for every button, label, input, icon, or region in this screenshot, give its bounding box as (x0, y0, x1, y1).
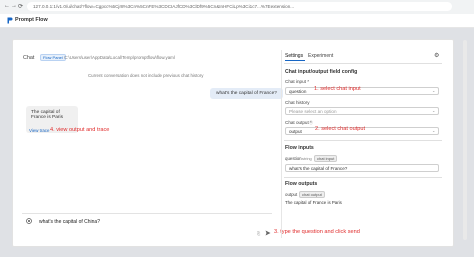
attach-icon[interactable]: ⎘ (257, 231, 260, 236)
section-divider (284, 177, 442, 178)
chat-history-placeholder: Please select an option (289, 109, 337, 114)
chat-input-badge: chat input (314, 155, 338, 162)
chat-output-badge: chat output (299, 191, 325, 198)
flow-inputs-title: Flow inputs (285, 145, 314, 151)
back-button[interactable]: ← (4, 3, 10, 9)
forward-button[interactable]: → (11, 3, 17, 9)
config-title: Chat input/output field config (285, 69, 358, 75)
chat-input-select[interactable]: question (285, 87, 439, 95)
flow-path: C:\Users\user\AppData\Local\Temp\promptf… (64, 55, 175, 60)
output-label: output (285, 192, 298, 197)
chat-input-icon[interactable] (26, 218, 32, 224)
pane-divider (281, 50, 282, 238)
question-input[interactable]: what's the capital of France? (285, 164, 439, 172)
history-notice: Current conversation does not include pr… (88, 73, 204, 78)
annotation-type-send: 3. type the question and click send (274, 229, 360, 235)
tab-experiment[interactable]: Experiment (308, 53, 333, 59)
chat-history-select[interactable]: Please select an option (285, 107, 439, 115)
chat-input-field-label: Chat input * (285, 79, 310, 84)
question-type: string (302, 156, 312, 161)
question-label: question (285, 156, 302, 161)
chat-output-select-value: output (289, 129, 302, 134)
annotation-view-output: 4. view output and trace (50, 127, 110, 133)
tab-settings-underline (285, 60, 305, 61)
tab-settings[interactable]: Settings (285, 53, 303, 59)
chat-input[interactable]: what's the capital of China? (39, 219, 100, 225)
app-title: Prompt Flow (15, 17, 48, 23)
scrollbar[interactable] (463, 40, 467, 240)
chat-input-select-value: question (289, 89, 307, 94)
chat-output-field-label: Chat output * (285, 120, 312, 125)
app-header (0, 14, 474, 28)
address-bar[interactable]: 127.0.0.1:1/v1.0/ui/chat/?flow=Cgpcc%5Cj… (27, 2, 452, 11)
view-trace-link[interactable]: View trace (29, 128, 49, 133)
question-input-value: what's the capital of France? (289, 166, 348, 171)
chat-label: Chat (23, 55, 35, 61)
chat-history-field-label: Chat history (285, 100, 310, 105)
promptflow-logo-icon (7, 17, 13, 24)
panel-settings-icon[interactable]: ⚙ (434, 52, 439, 59)
reload-button[interactable]: ⟳ (18, 3, 23, 10)
bot-message-text: The capital of France is Paris (31, 110, 63, 120)
annotation-select-input: 1. select chat input (314, 86, 361, 92)
section-divider (284, 140, 442, 141)
chevron-down-icon: ⌄ (432, 88, 436, 93)
annotation-select-output: 2. select chat output (315, 126, 366, 132)
info-icon: ⓘ (309, 120, 313, 125)
send-icon[interactable] (265, 230, 271, 236)
chevron-down-icon: ⌄ (432, 128, 436, 133)
chevron-down-icon: ⌄ (432, 108, 436, 113)
user-message: what's the capital of France? (210, 88, 283, 99)
output-value: The capital of France is Paris (285, 200, 342, 205)
tabs-divider (284, 63, 442, 64)
flow-badge[interactable]: Flow Panel (40, 54, 66, 61)
flow-outputs-title: Flow outputs (285, 181, 318, 187)
